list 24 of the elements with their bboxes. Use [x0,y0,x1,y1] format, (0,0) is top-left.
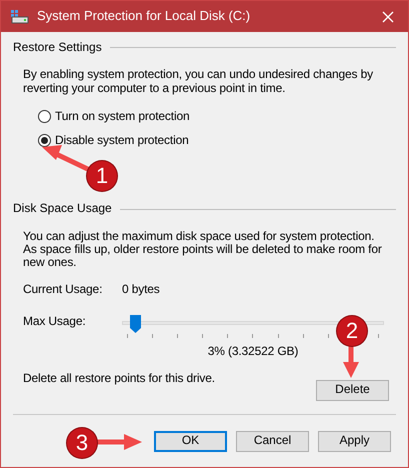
window-title: System Protection for Local Disk (C:) [37,9,252,24]
field-label: Current Usage: [23,283,104,297]
field-label: Max Usage: [23,314,87,329]
group-heading: Disk Space Usage [13,202,112,216]
description-text: By enabling system protection, you can undo undesired changes by reverting your computer to a previous point in time. [23,66,374,95]
annotation-arrow [343,345,359,378]
dialog-button[interactable]: Apply [318,430,391,452]
dialog-button[interactable]: OK [154,430,227,452]
field-value: 0 bytes [122,283,160,297]
delete-button[interactable]: Delete [316,380,389,401]
step-number: 3 [67,428,97,458]
radio-option[interactable]: Disable system protection [38,134,386,148]
step-number: 2 [337,316,367,346]
close-icon [382,10,394,22]
slider-reading: 3% (3.32522 GB) [206,344,300,359]
dialog-button[interactable]: Cancel [236,430,309,452]
group-heading: Restore Settings [13,41,102,55]
description-text: You can adjust the maximum disk space used for system protection. As space fills up, older restore points will be deleted to make room for new ones. [23,230,383,270]
slider-thumb[interactable] [130,314,141,333]
drive-icon [11,10,29,24]
step-number: 1 [87,161,117,191]
radio-option[interactable]: Turn on system protection [38,110,386,124]
annotation-arrow [96,434,142,450]
description-text: Delete all restore points for this drive. [23,372,215,386]
